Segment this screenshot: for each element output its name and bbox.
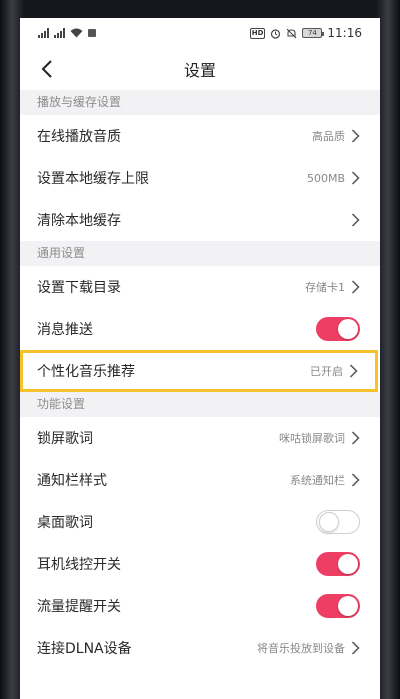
setting-headset: 耳机线控开关 bbox=[20, 543, 380, 585]
wifi-icon bbox=[70, 28, 83, 38]
status-left bbox=[38, 28, 96, 38]
setting-label: 个性化音乐推荐 bbox=[37, 364, 135, 380]
setting-label: 通知栏样式 bbox=[37, 473, 107, 489]
setting-right: 系统通知栏 bbox=[290, 472, 360, 488]
setting-recommend[interactable]: 个性化音乐推荐 已开启 bbox=[20, 350, 378, 392]
setting-right: 高品质 bbox=[312, 128, 360, 144]
app-header: 设置 bbox=[20, 48, 380, 90]
battery-icon: 74 bbox=[302, 28, 325, 38]
setting-value: 存储卡1 bbox=[305, 281, 345, 294]
setting-label: 流量提醒开关 bbox=[37, 599, 121, 615]
setting-label: 连接DLNA设备 bbox=[37, 641, 132, 657]
setting-value: 将音乐投放到设备 bbox=[257, 642, 345, 655]
chevron-right-icon bbox=[351, 213, 360, 227]
setting-clear-cache[interactable]: 清除本地缓存 bbox=[20, 199, 380, 241]
push-toggle[interactable] bbox=[316, 317, 360, 341]
setting-desktop-lyrics: 桌面歌词 bbox=[20, 501, 380, 543]
toggle-knob bbox=[319, 512, 339, 532]
setting-value: 系统通知栏 bbox=[290, 474, 345, 487]
phone-frame: HD 74 11:16 设置 播放与缓存设置 在线播放音质 高品质 设置本地缓存… bbox=[0, 0, 400, 699]
status-right: HD 74 11:16 bbox=[249, 26, 362, 40]
section-header-features: 功能设置 bbox=[20, 392, 380, 417]
setting-label: 在线播放音质 bbox=[37, 129, 121, 145]
setting-label: 设置本地缓存上限 bbox=[37, 171, 149, 187]
setting-right: 将音乐投放到设备 bbox=[257, 640, 360, 656]
setting-label: 锁屏歌词 bbox=[37, 431, 93, 447]
setting-value: 500MB bbox=[306, 171, 345, 185]
setting-cache-limit[interactable]: 设置本地缓存上限 500MB bbox=[20, 157, 380, 199]
traffic-toggle[interactable] bbox=[316, 594, 360, 618]
status-time: 11:16 bbox=[327, 26, 362, 40]
signal-icon bbox=[54, 28, 65, 38]
section-header-general: 通用设置 bbox=[20, 241, 380, 266]
alarm-icon bbox=[270, 28, 281, 39]
setting-right: 500MB bbox=[307, 171, 360, 185]
setting-right: 存储卡1 bbox=[305, 279, 360, 295]
chevron-left-icon bbox=[41, 60, 52, 78]
chevron-right-icon bbox=[351, 431, 360, 445]
signal-icon bbox=[38, 28, 49, 38]
screen: HD 74 11:16 设置 播放与缓存设置 在线播放音质 高品质 设置本地缓存… bbox=[20, 18, 380, 699]
status-bar: HD 74 11:16 bbox=[20, 18, 380, 48]
chevron-right-icon bbox=[351, 473, 360, 487]
chevron-right-icon bbox=[351, 129, 360, 143]
notification-dot-icon bbox=[88, 29, 96, 37]
setting-value: 咪咕锁屏歌词 bbox=[279, 432, 345, 445]
setting-label: 清除本地缓存 bbox=[37, 213, 121, 229]
setting-notif-style[interactable]: 通知栏样式 系统通知栏 bbox=[20, 459, 380, 501]
setting-value: 已开启 bbox=[310, 365, 343, 378]
setting-right: 已开启 bbox=[310, 363, 358, 379]
setting-right bbox=[351, 213, 360, 227]
chevron-right-icon bbox=[351, 280, 360, 294]
setting-value: 高品质 bbox=[312, 130, 345, 143]
setting-label: 桌面歌词 bbox=[37, 515, 93, 531]
setting-label: 消息推送 bbox=[37, 322, 93, 338]
toggle-knob bbox=[338, 596, 358, 616]
toggle-knob bbox=[338, 554, 358, 574]
chevron-right-icon bbox=[351, 641, 360, 655]
setting-right: 咪咕锁屏歌词 bbox=[279, 430, 360, 446]
back-button[interactable] bbox=[32, 54, 62, 84]
setting-download-dir[interactable]: 设置下载目录 存储卡1 bbox=[20, 266, 380, 308]
toggle-knob bbox=[338, 319, 358, 339]
hd-badge: HD bbox=[249, 27, 266, 39]
setting-traffic: 流量提醒开关 bbox=[20, 585, 380, 627]
desktop-lyrics-toggle[interactable] bbox=[316, 510, 360, 534]
setting-label: 设置下载目录 bbox=[37, 280, 121, 296]
setting-online-quality[interactable]: 在线播放音质 高品质 bbox=[20, 115, 380, 157]
section-header-playback: 播放与缓存设置 bbox=[20, 90, 380, 115]
setting-push: 消息推送 bbox=[20, 308, 380, 350]
chevron-right-icon bbox=[351, 171, 360, 185]
chevron-right-icon bbox=[349, 364, 358, 378]
setting-label: 耳机线控开关 bbox=[37, 557, 121, 573]
setting-lock-lyrics[interactable]: 锁屏歌词 咪咕锁屏歌词 bbox=[20, 417, 380, 459]
page-title: 设置 bbox=[183, 61, 216, 80]
setting-dlna[interactable]: 连接DLNA设备 将音乐投放到设备 bbox=[20, 627, 380, 669]
mute-icon bbox=[286, 28, 297, 39]
headset-toggle[interactable] bbox=[316, 552, 360, 576]
